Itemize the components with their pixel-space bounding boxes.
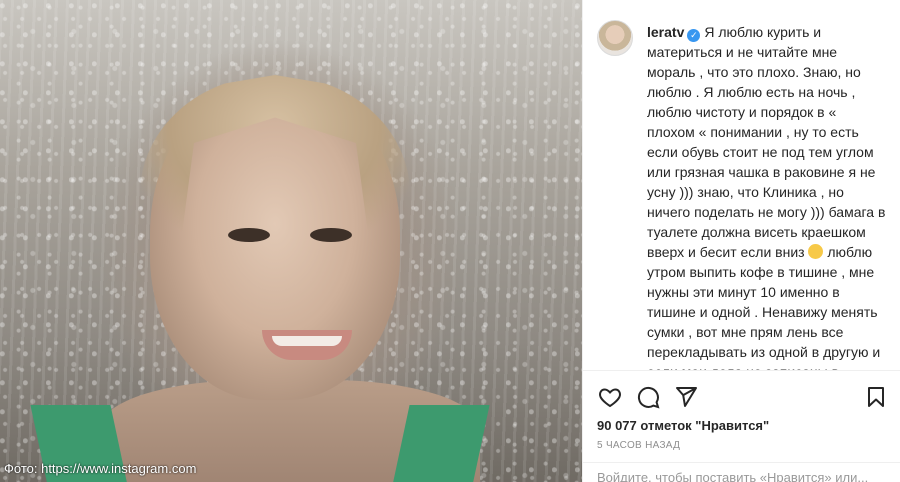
caption-area: leratv ✓ Я люблю курить и материться и не …: [583, 0, 900, 370]
smile-emoji-icon: [808, 244, 824, 259]
divider: [583, 462, 900, 463]
likes-count[interactable]: 90 077 отметок "Нравится": [597, 418, 769, 433]
eye-left: [228, 228, 270, 242]
username-link[interactable]: leratv: [647, 24, 684, 40]
post-timestamp[interactable]: 5 ЧАСОВ НАЗАД: [597, 440, 680, 451]
caption-text-continued: люблю утром выпить кофе в тишине , мне н…: [647, 244, 881, 370]
post-sidebar: leratv ✓ Я люблю курить и материться и не …: [582, 0, 900, 482]
verified-badge-icon: ✓: [687, 29, 701, 42]
teeth: [272, 336, 342, 346]
bookmark-icon: [868, 387, 884, 407]
comment-icon: [637, 386, 660, 409]
comment-input[interactable]: [597, 470, 887, 482]
eye-right: [310, 228, 352, 242]
divider: [583, 370, 900, 371]
avatar[interactable]: [597, 20, 633, 56]
post-photo: Фото: https://www.instagram.com: [0, 0, 582, 482]
share-icon: [676, 387, 697, 407]
save-button[interactable]: [863, 384, 889, 410]
share-button[interactable]: [673, 384, 699, 410]
photo-credit: Фото: https://www.instagram.com: [4, 461, 197, 476]
comment-button[interactable]: [635, 384, 661, 410]
like-button[interactable]: [597, 384, 623, 410]
action-bar: [597, 384, 889, 410]
caption-text: Я люблю курить и материться и не читайте…: [647, 24, 886, 260]
post-caption: leratv ✓ Я люблю курить и материться и не …: [647, 22, 887, 370]
heart-icon: [599, 388, 621, 408]
